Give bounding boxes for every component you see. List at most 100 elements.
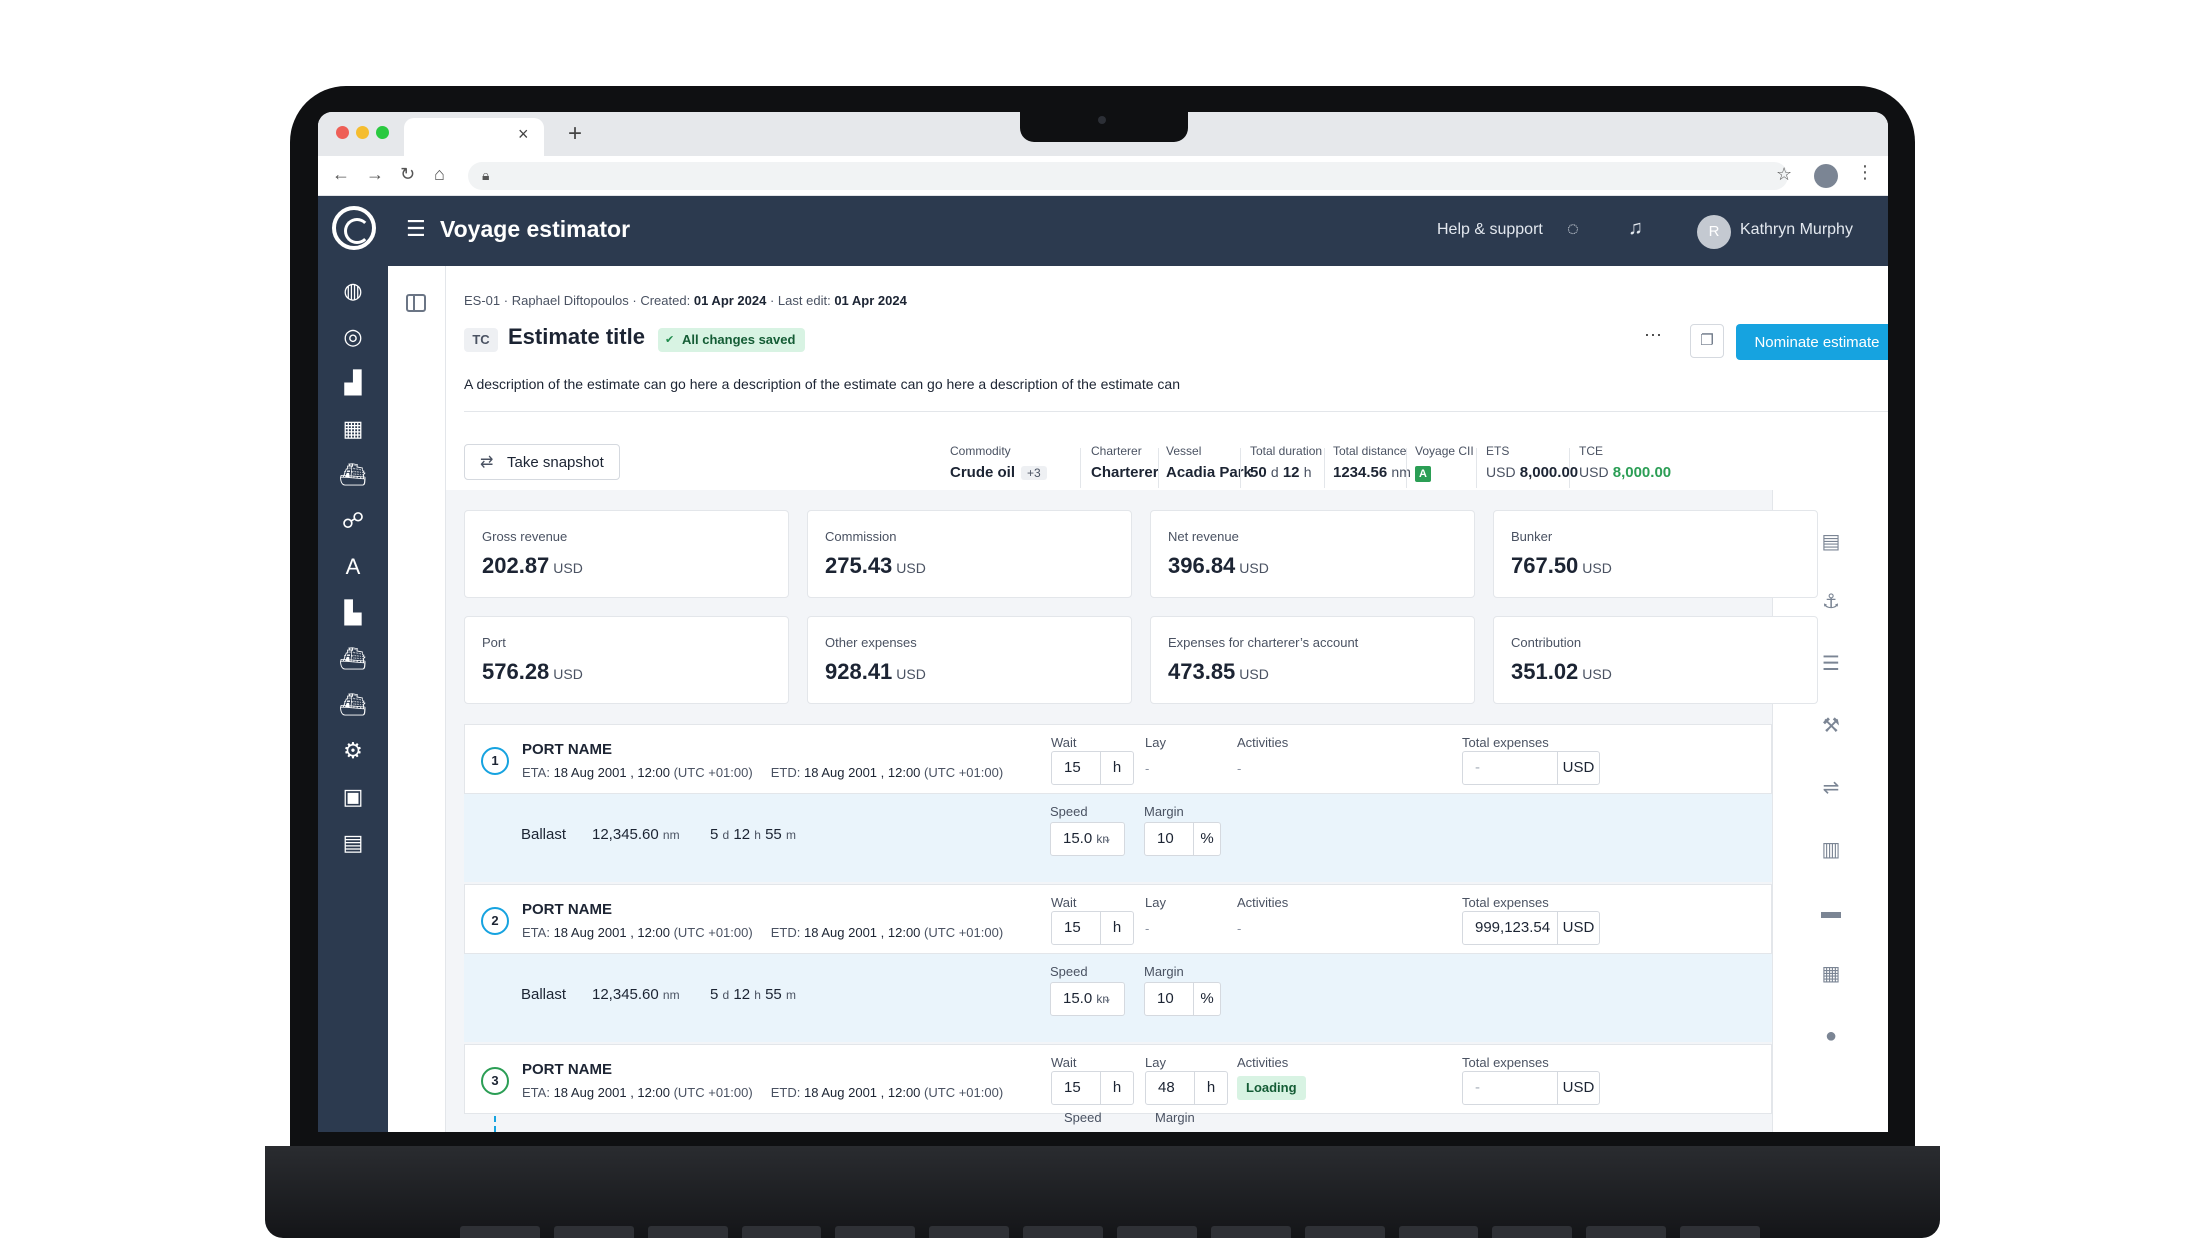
more-options-button[interactable]: ··· (1644, 324, 1662, 345)
margin-input[interactable]: 10 (1144, 982, 1194, 1016)
port-name[interactable]: PORT NAME (522, 1061, 612, 1078)
list-icon[interactable]: ☰ (1819, 652, 1843, 676)
help-support-link[interactable]: Help & support (1437, 221, 1543, 239)
calendar-icon[interactable]: ▦ (338, 414, 368, 444)
reload-icon[interactable]: ↻ (400, 164, 415, 185)
nominate-estimate-button[interactable]: Nominate estimate (1736, 324, 1888, 360)
ship-icon[interactable]: ⛴︎ (338, 460, 368, 490)
speed-select[interactable]: 15.0 kn ⌄ (1050, 822, 1125, 856)
settings-gear-icon[interactable]: ⚙ (338, 736, 368, 766)
speed-label: Speed (1050, 804, 1088, 819)
browser-profile-icon[interactable] (1814, 164, 1838, 188)
port-row-1[interactable]: 1 PORT NAME ETA: 18 Aug 2001 , 12:00 (UT… (464, 724, 1772, 794)
home-icon[interactable]: ⌂ (434, 164, 445, 185)
etd-value: 18 Aug 2001 , 12:00 (804, 1085, 921, 1100)
card-currency: USD (1582, 560, 1612, 576)
estimate-description[interactable]: A description of the estimate can go her… (464, 376, 1180, 392)
expenses-currency[interactable]: USD (1557, 1071, 1600, 1105)
bar-chart-icon[interactable]: ▥ (1819, 838, 1843, 862)
close-window-icon[interactable] (336, 126, 349, 139)
bookmark-star-icon[interactable]: ☆ (1776, 164, 1792, 185)
target-icon[interactable]: ◎ (338, 322, 368, 352)
chat-icon[interactable]: ◌ (1567, 218, 1579, 241)
forward-icon[interactable]: → (366, 164, 384, 185)
tab-close-icon[interactable]: × (518, 124, 529, 145)
speed-value: 15.0 (1063, 830, 1093, 847)
leg-row-2[interactable]: Ballast 12,345.60 nm 5 d 12 h 55 m Speed… (464, 954, 1772, 1042)
globe-icon[interactable]: ● (1819, 1024, 1843, 1048)
summary-vessel[interactable]: Vessel Acadia Park (1166, 444, 1252, 481)
leg-minutes: 55 (765, 826, 782, 843)
leg-row-1[interactable]: Ballast 12,345.60 nm 5 d 12 h 55 m Speed… (464, 794, 1772, 882)
port-name[interactable]: PORT NAME (522, 901, 612, 918)
user-name[interactable]: Kathryn Murphy (1740, 221, 1853, 239)
route-icon[interactable]: ⇌ (1819, 776, 1843, 800)
wait-input[interactable]: 15 (1051, 1071, 1101, 1105)
leg-minutes: 55 (765, 986, 782, 1003)
expenses-currency[interactable]: USD (1557, 911, 1600, 945)
commodity-label: Commodity (950, 444, 1011, 458)
copy-icon[interactable]: ❐ (1690, 324, 1724, 358)
chart-icon[interactable]: ▟ (338, 368, 368, 398)
speed-label: Speed (1064, 1110, 1102, 1125)
address-bar[interactable]: 🔒︎ (468, 162, 1788, 190)
card-label: Net revenue (1168, 529, 1239, 544)
hours-unit: h (1303, 464, 1312, 480)
summary-tce: TCE USD 8,000.00 (1579, 444, 1671, 481)
eta-timezone: (UTC +01:00) (673, 1085, 753, 1100)
port-row-2[interactable]: 2 PORT NAME ETA: 18 Aug 2001 , 12:00 (UT… (464, 884, 1772, 954)
crane-icon[interactable]: ⚒︎ (1819, 714, 1843, 738)
back-icon[interactable]: ← (332, 164, 350, 185)
summary-commodity[interactable]: Commodity Crude oil +3 (950, 444, 1047, 481)
pill-icon[interactable]: ▬ (1819, 900, 1843, 924)
activity-value[interactable]: - (1237, 921, 1241, 936)
port-name[interactable]: PORT NAME (522, 741, 612, 758)
collapse-panel-icon[interactable] (406, 294, 426, 312)
minimize-window-icon[interactable] (356, 126, 369, 139)
etd-label: ETD: (770, 765, 801, 780)
app-logo-icon[interactable] (332, 206, 376, 250)
wait-input[interactable]: 15 (1051, 911, 1101, 945)
bell-icon[interactable]: ♫ (1628, 217, 1643, 240)
left-nav: ◍ ◎ ▟ ▦ ⛴︎ ☍ A ▙ ⛴︎ ⛴︎ ⚙ ▣ ▤ (318, 196, 388, 1132)
users-icon[interactable]: ☍ (338, 506, 368, 536)
summary-charterer[interactable]: Charterer Charterer (1091, 444, 1159, 481)
commodity-more-badge[interactable]: +3 (1021, 466, 1047, 480)
expenses-currency[interactable]: USD (1557, 751, 1600, 785)
total-expenses-input[interactable]: - (1462, 1071, 1558, 1105)
grid-icon[interactable]: ▦ (1819, 962, 1843, 986)
ets-label: ETS (1486, 444, 1510, 458)
created-label: Created: (640, 293, 691, 308)
notes-icon[interactable]: ▤ (1819, 530, 1843, 554)
globe-icon[interactable]: ◍ (338, 276, 368, 306)
margin-input[interactable]: 10 (1144, 822, 1194, 856)
port-row-3[interactable]: 3 PORT NAME ETA: 18 Aug 2001 , 12:00 (UT… (464, 1044, 1772, 1114)
card-label: Commission (825, 529, 897, 544)
distance-unit: nm (1391, 464, 1411, 480)
contacts-icon[interactable]: ▣ (338, 782, 368, 812)
cargo-icon[interactable]: ▙ (338, 598, 368, 628)
fleet-icon[interactable]: ⛴︎ (338, 690, 368, 720)
vessel-icon[interactable]: ⛴︎ (338, 644, 368, 674)
browser-menu-icon[interactable]: ⋮ (1856, 162, 1874, 183)
take-snapshot-button[interactable]: ⇄ Take snapshot (464, 444, 620, 480)
font-icon[interactable]: A (338, 552, 368, 582)
activity-badge[interactable]: Loading (1237, 1076, 1306, 1100)
leg-duration: 5 d 12 h 55 m (710, 986, 796, 1003)
lay-input[interactable]: 48 (1145, 1071, 1195, 1105)
document-icon[interactable]: ▤ (338, 828, 368, 858)
divider (1569, 448, 1570, 488)
hamburger-menu-icon[interactable]: ☰ (406, 216, 426, 242)
maximize-window-icon[interactable] (376, 126, 389, 139)
total-expenses-input[interactable]: 999,123.54 (1462, 911, 1558, 945)
wait-input[interactable]: 15 (1051, 751, 1101, 785)
page-title[interactable]: Estimate title (508, 324, 645, 350)
new-tab-icon[interactable]: + (568, 120, 582, 148)
lay-unit: h (1194, 1071, 1228, 1105)
speed-select[interactable]: 15.0 kn ⌄ (1050, 982, 1125, 1016)
anchor-icon[interactable]: ⚓︎ (1819, 590, 1843, 614)
activity-value[interactable]: - (1237, 761, 1241, 776)
avatar[interactable]: R (1697, 215, 1731, 249)
total-expenses-input[interactable]: - (1462, 751, 1558, 785)
eta-value: 18 Aug 2001 , 12:00 (553, 765, 670, 780)
